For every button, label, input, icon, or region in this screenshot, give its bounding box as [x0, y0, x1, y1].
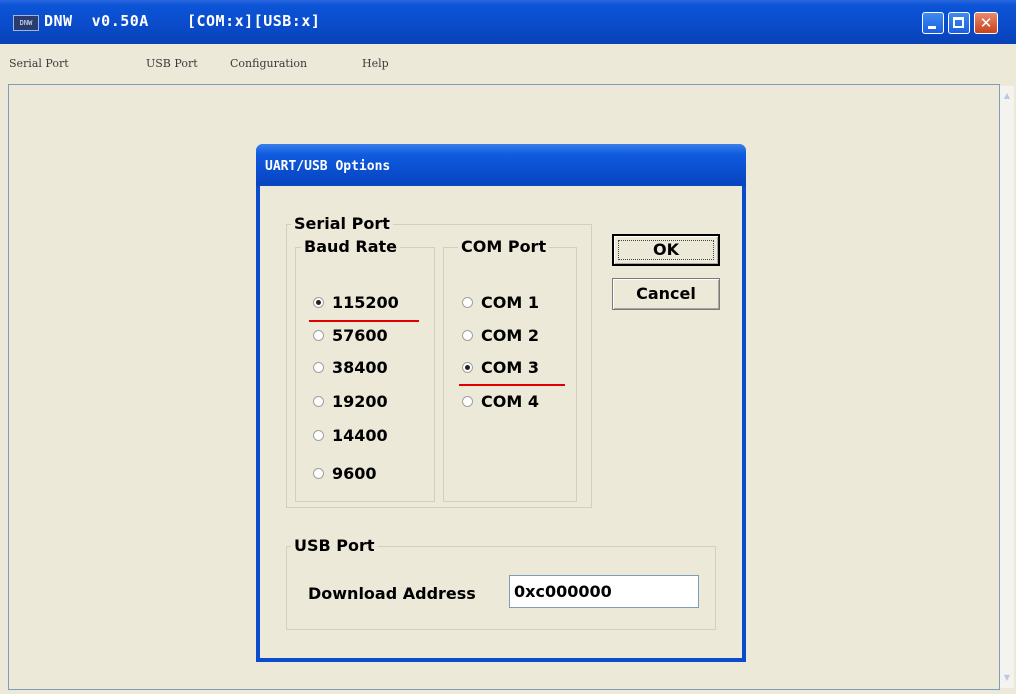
menu-serial-port[interactable]: Serial Port — [9, 57, 69, 70]
baud-19200-label: 19200 — [332, 392, 388, 411]
baud-option-38400[interactable]: 38400 — [313, 358, 423, 380]
scroll-down-icon[interactable]: ▼ — [1000, 670, 1014, 686]
radio-19200[interactable] — [313, 396, 324, 407]
radio-14400[interactable] — [313, 430, 324, 441]
radio-com1[interactable] — [462, 297, 473, 308]
uart-usb-options-dialog: UART/USB Options Serial Port Baud Rate 1… — [256, 144, 746, 662]
usb-port-group: USB Port Download Address — [286, 536, 716, 630]
dialog-title: UART/USB Options — [265, 159, 391, 174]
ok-label: OK — [653, 240, 679, 259]
radio-com3[interactable] — [462, 362, 473, 373]
baud-9600-label: 9600 — [332, 464, 377, 483]
com-port-group: COM Port COM 1 COM 2 COM 3 COM 4 — [443, 237, 577, 502]
serial-port-group: Serial Port Baud Rate 115200 57600 38400 — [286, 214, 592, 508]
radio-com2[interactable] — [462, 330, 473, 341]
menu-help[interactable]: Help — [362, 57, 389, 70]
menu-usb-port[interactable]: USB Port — [146, 57, 198, 70]
com3-label: COM 3 — [481, 358, 539, 377]
menubar: Serial Port USB Port Configuration Help — [0, 50, 1016, 76]
highlight-underline-baud — [309, 320, 419, 322]
baud-115200-label: 115200 — [332, 293, 399, 312]
cancel-button[interactable]: Cancel — [612, 278, 720, 310]
baud-57600-label: 57600 — [332, 326, 388, 345]
ok-button[interactable]: OK — [612, 234, 720, 266]
vertical-scrollbar[interactable]: ▲ ▼ — [1000, 86, 1014, 688]
baud-option-57600[interactable]: 57600 — [313, 326, 423, 348]
usb-port-label: USB Port — [291, 536, 378, 555]
baud-option-14400[interactable]: 14400 — [313, 426, 423, 448]
menu-configuration[interactable]: Configuration — [230, 57, 307, 70]
radio-com4[interactable] — [462, 396, 473, 407]
baud-14400-label: 14400 — [332, 426, 388, 445]
com-option-3[interactable]: COM 3 — [462, 358, 562, 380]
com1-label: COM 1 — [481, 293, 539, 312]
com-option-1[interactable]: COM 1 — [462, 293, 562, 315]
baud-38400-label: 38400 — [332, 358, 388, 377]
com-port-label: COM Port — [458, 237, 550, 256]
scroll-up-icon[interactable]: ▲ — [1000, 88, 1014, 104]
com2-label: COM 2 — [481, 326, 539, 345]
com-option-4[interactable]: COM 4 — [462, 392, 562, 414]
radio-115200[interactable] — [313, 297, 324, 308]
baud-option-19200[interactable]: 19200 — [313, 392, 423, 414]
download-address-label: Download Address — [308, 584, 476, 603]
baud-option-115200[interactable]: 115200 — [313, 293, 423, 315]
minimize-button[interactable] — [922, 12, 944, 34]
close-button[interactable]: ✕ — [974, 12, 998, 34]
window-titlebar[interactable]: DNW DNW v0.50A [COM:x][USB:x] ✕ — [0, 0, 1016, 44]
com-option-2[interactable]: COM 2 — [462, 326, 562, 348]
baud-option-9600[interactable]: 9600 — [313, 464, 423, 486]
serial-port-label: Serial Port — [291, 214, 393, 233]
dialog-titlebar[interactable]: UART/USB Options — [256, 144, 746, 186]
highlight-underline-com — [459, 384, 565, 386]
window-title: DNW v0.50A [COM:x][USB:x] — [44, 12, 321, 30]
radio-38400[interactable] — [313, 362, 324, 373]
radio-57600[interactable] — [313, 330, 324, 341]
cancel-label: Cancel — [636, 284, 696, 303]
download-address-input[interactable] — [509, 575, 699, 608]
com4-label: COM 4 — [481, 392, 539, 411]
app-icon: DNW — [13, 15, 39, 31]
maximize-button[interactable] — [948, 12, 970, 34]
baud-rate-group: Baud Rate 115200 57600 38400 19200 14400… — [295, 237, 435, 502]
dialog-body: Serial Port Baud Rate 115200 57600 38400 — [260, 186, 742, 658]
radio-9600[interactable] — [313, 468, 324, 479]
close-icon: ✕ — [979, 14, 993, 32]
baud-rate-label: Baud Rate — [301, 237, 401, 256]
